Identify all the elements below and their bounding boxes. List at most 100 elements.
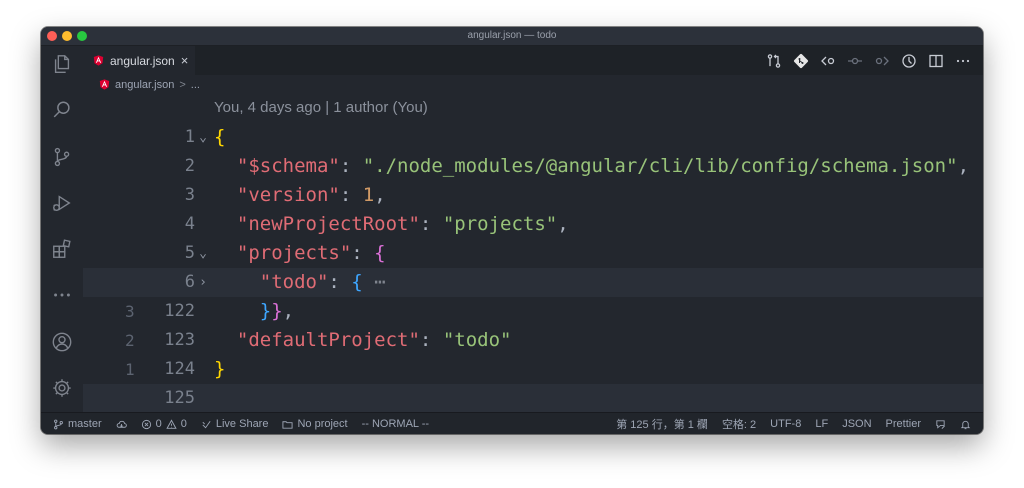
line-number: 4 (184, 214, 195, 234)
more-actions-icon[interactable] (955, 53, 971, 69)
colon: : (339, 184, 363, 206)
json-string: "todo" (442, 329, 512, 351)
code-line[interactable]: 1 124 } (83, 355, 983, 384)
feedback-icon[interactable] (935, 419, 946, 430)
code-line[interactable]: 4 "newProjectRoot": "projects", (83, 210, 983, 239)
encoding[interactable]: UTF-8 (770, 418, 801, 430)
json-string: "./node_modules/@angular/cli/lib/config/… (362, 155, 958, 177)
formatter-status[interactable]: Prettier (886, 418, 921, 430)
title-bar: angular.json — todo (41, 27, 983, 46)
window-title: angular.json — todo (467, 30, 557, 41)
editor-area: angular.json × angular.json > ... You, 4… (83, 46, 983, 413)
json-key: "projects" (236, 242, 352, 264)
live-share-compass-icon[interactable] (901, 53, 917, 69)
relative-line-number: 3 (125, 302, 135, 321)
settings-gear-icon[interactable] (50, 376, 74, 400)
error-count: 0 (155, 418, 162, 430)
line-number: 1 (184, 127, 195, 147)
warning-icon (166, 418, 177, 429)
source-control-icon[interactable] (50, 145, 74, 169)
indentation[interactable]: 空格: 2 (722, 416, 756, 432)
code-line-cursor[interactable]: 125 (83, 384, 983, 413)
next-change-icon[interactable] (874, 53, 890, 69)
relative-line-number: 2 (125, 331, 135, 350)
folded-ellipsis[interactable]: ⋯ (374, 271, 385, 293)
fold-chevron-down-icon[interactable]: ⌄ (197, 239, 209, 268)
live-share-icon (202, 420, 211, 428)
sync-status[interactable] (116, 419, 127, 430)
breadcrumb-more[interactable]: ... (191, 79, 200, 91)
branch-icon (54, 419, 63, 429)
comma: , (557, 213, 569, 235)
run-debug-icon[interactable] (50, 191, 74, 215)
line-number: 5 (184, 243, 195, 263)
notifications-bell-icon[interactable] (960, 419, 971, 430)
explorer-icon[interactable] (50, 52, 74, 76)
code-line[interactable]: 3 "version": 1, (83, 181, 983, 210)
editor-window: angular.json — todo angular.json × angul… (41, 27, 983, 434)
json-key: "defaultProject" (236, 329, 420, 351)
breadcrumb-file[interactable]: angular.json (115, 79, 174, 91)
angular-icon (93, 55, 104, 66)
fold-chevron-down-icon[interactable]: ⌄ (197, 123, 209, 152)
open-changes-icon[interactable] (766, 53, 782, 69)
live-share-label: Live Share (215, 418, 269, 430)
json-number: 1 (362, 184, 375, 206)
colon: : (328, 271, 352, 293)
colon: : (351, 242, 375, 264)
code-line[interactable]: 2 123 "defaultProject": "todo" (83, 326, 983, 355)
search-icon[interactable] (50, 98, 74, 122)
branch-status[interactable]: master (53, 418, 102, 430)
warning-count: 0 (180, 418, 187, 430)
code-line[interactable]: 1 ⌄ { (83, 123, 983, 152)
language-mode[interactable]: JSON (842, 418, 871, 430)
project-label: No project (297, 418, 348, 430)
line-number: 6 (184, 272, 195, 292)
codelens-blame[interactable]: You, 4 days ago | 1 author (You) (214, 99, 428, 116)
line-number: 124 (164, 359, 195, 379)
extensions-icon[interactable] (50, 237, 74, 261)
split-editor-icon[interactable] (928, 53, 944, 69)
sync-cloud-icon (116, 420, 127, 428)
git-icon[interactable] (793, 53, 809, 69)
json-string: "projects" (442, 213, 558, 235)
bracket: { (374, 242, 386, 264)
colon: : (339, 155, 363, 177)
accounts-icon[interactable] (50, 330, 74, 354)
relative-line-number: 1 (125, 360, 135, 379)
json-key: "todo" (259, 271, 329, 293)
bracket: } (271, 300, 283, 322)
editor-toolbar (766, 46, 971, 75)
angular-icon (99, 79, 110, 90)
close-icon[interactable]: × (181, 53, 189, 68)
more-icon[interactable] (50, 283, 74, 307)
bracket: { (214, 126, 226, 148)
line-number: 125 (164, 388, 195, 408)
comma: , (282, 300, 295, 322)
line-number: 2 (184, 156, 195, 176)
code-line-folded[interactable]: 6 › "todo": { ⋯ (83, 268, 983, 297)
colon: : (419, 329, 443, 351)
activity-bar (41, 46, 83, 412)
timeline-dot-icon[interactable] (847, 53, 863, 69)
project-status[interactable]: No project (282, 418, 348, 430)
error-icon (141, 419, 151, 429)
bracket: } (259, 300, 272, 322)
live-share-button[interactable]: Live Share (201, 418, 269, 430)
code-line[interactable]: 2 "$schema": "./node_modules/@angular/cl… (83, 152, 983, 181)
code-line[interactable]: 3 122 }}, (83, 297, 983, 326)
previous-change-icon[interactable] (820, 53, 836, 69)
breadcrumb: angular.json > ... (83, 75, 983, 94)
tab-bar: angular.json × (83, 46, 983, 75)
tab-label: angular.json (110, 53, 175, 68)
json-key: "$schema" (236, 155, 340, 177)
vim-mode: -- NORMAL -- (361, 418, 430, 430)
code-line[interactable]: 5 ⌄ "projects": { (83, 239, 983, 268)
line-number: 122 (164, 301, 195, 321)
tab-angular-json[interactable]: angular.json × (83, 46, 195, 75)
problems-status[interactable]: 0 0 (141, 418, 187, 430)
chevron-right-icon: > (179, 78, 186, 91)
end-of-line[interactable]: LF (815, 418, 828, 430)
fold-chevron-right-icon[interactable]: › (197, 268, 209, 297)
cursor-position[interactable]: 第 125 行，第 1 欄 (616, 416, 708, 432)
